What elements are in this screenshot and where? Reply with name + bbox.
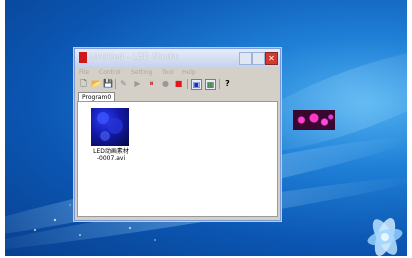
play-icon[interactable]: ▶	[133, 79, 142, 88]
menu-help[interactable]: Help	[182, 68, 196, 78]
app-icon	[79, 52, 87, 63]
help-icon[interactable]: ?	[223, 79, 232, 88]
record-icon[interactable]: ●	[161, 79, 170, 88]
program-content-area[interactable]: LED动画素材 -0007.avi	[77, 101, 278, 217]
title-bar[interactable]: Untitled - LED Studio ✕	[75, 49, 280, 67]
toolbar-separator	[115, 79, 116, 89]
screenshot-frame: Untitled - LED Studio ✕ File Control Set…	[0, 0, 412, 258]
screen-icon[interactable]: ▣	[191, 79, 202, 90]
file-name-label: LED动画素材 -0007.avi	[93, 148, 129, 162]
stop-icon[interactable]: ■	[174, 79, 183, 88]
toolbar-separator	[219, 79, 220, 89]
menu-setting[interactable]: Setting	[131, 68, 152, 78]
menu-bar: File Control Setting Tool Help	[75, 68, 280, 78]
menu-file[interactable]: File	[79, 68, 89, 78]
menu-tool[interactable]: Tool	[162, 68, 174, 78]
media-file-item[interactable]: LED动画素材 -0007.avi	[88, 106, 134, 166]
menu-control[interactable]: Control	[99, 68, 121, 78]
toolbar-separator	[187, 79, 188, 89]
wallpaper-flower	[367, 218, 403, 256]
led-preview-window[interactable]	[293, 110, 335, 130]
new-icon[interactable]: 🗋	[79, 79, 88, 88]
edit-icon[interactable]: ✎	[119, 79, 128, 88]
minimize-button[interactable]	[239, 52, 252, 65]
save-icon[interactable]: 💾	[103, 79, 113, 88]
program-tabs: Program0	[77, 92, 278, 102]
maximize-button[interactable]	[252, 52, 265, 65]
open-folder-icon[interactable]: 📂	[91, 79, 101, 88]
thumbnail-art	[97, 112, 123, 141]
window-title: Untitled - LED Studio	[90, 52, 180, 61]
close-button[interactable]: ✕	[265, 52, 278, 65]
toolbar: 🗋 📂 💾 ✎ ▶ ⏸ ● ■ ▣ ▦ ?	[77, 78, 278, 90]
pause-icon[interactable]: ⏸	[147, 79, 156, 88]
layout-icon[interactable]: ▦	[205, 79, 216, 90]
video-thumbnail[interactable]	[91, 108, 129, 146]
led-studio-window[interactable]: Untitled - LED Studio ✕ File Control Set…	[74, 48, 281, 221]
